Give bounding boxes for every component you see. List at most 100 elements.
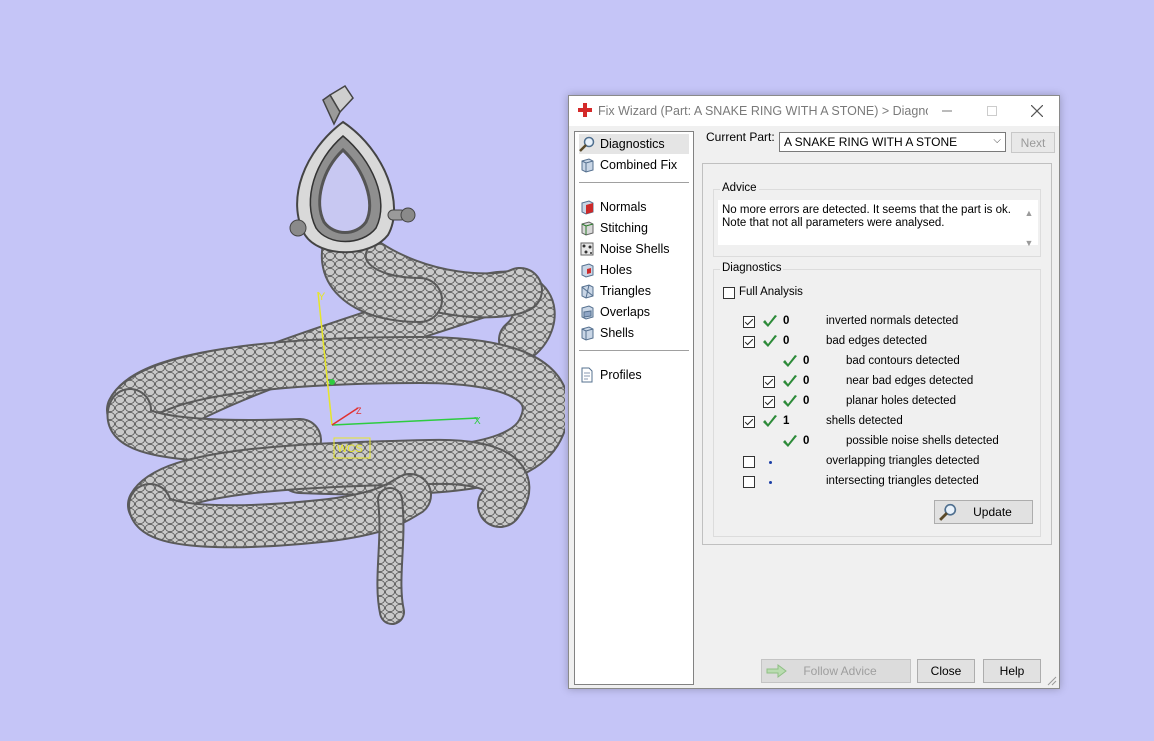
sidebar-item-diagnostics[interactable]: Diagnostics (579, 134, 689, 154)
diagnostic-count: 0 (783, 335, 790, 347)
green-check-icon (783, 435, 797, 447)
sidebar-item-label: Noise Shells (600, 242, 670, 256)
help-button[interactable]: Help (983, 659, 1041, 683)
current-part-dropdown[interactable]: A SNAKE RING WITH A STONE ⌵ (779, 132, 1006, 152)
diagnostic-checkbox[interactable] (743, 456, 755, 468)
green-check-icon (763, 315, 777, 327)
diagnostic-label: bad edges detected (826, 335, 928, 347)
diagnostic-count: 0 (803, 355, 810, 367)
advice-scrollbar[interactable]: ▲ ▼ (1023, 206, 1035, 254)
diagnostic-label: inverted normals detected (826, 315, 959, 327)
diagnostic-label: intersecting triangles detected (826, 475, 979, 487)
diagnostic-label: shells detected (826, 415, 903, 427)
sidebar-item-label: Stitching (600, 221, 648, 235)
close-icon (1030, 105, 1043, 117)
follow-advice-label: Follow Advice (803, 664, 877, 678)
green-check-icon (783, 395, 797, 407)
current-part-value: A SNAKE RING WITH A STONE (784, 135, 958, 149)
red-cross-icon (578, 103, 592, 117)
sidebar-item-label: Holes (600, 263, 632, 277)
sidebar-item-holes[interactable]: Holes (579, 260, 689, 280)
diagnostic-count: 0 (803, 375, 810, 387)
holes-icon (581, 263, 594, 278)
sidebar-item-profiles[interactable]: Profiles (579, 365, 689, 385)
follow-advice-button[interactable]: Follow Advice (761, 659, 911, 683)
arrow-right-icon (766, 664, 787, 678)
sidebar-item-shells[interactable]: Shells (579, 323, 689, 343)
document-icon (581, 367, 593, 383)
triangles-icon (581, 284, 594, 299)
next-button[interactable]: Next (1011, 132, 1055, 153)
sidebar-item-overlaps[interactable]: Overlaps (579, 302, 689, 322)
maximize-button[interactable] (969, 96, 1014, 126)
green-check-icon (763, 415, 777, 427)
sidebar-item-noise-shells[interactable]: Noise Shells (579, 239, 689, 259)
diagnostic-label: near bad edges detected (846, 375, 974, 387)
update-label: Update (973, 505, 1012, 519)
sidebar-item-label: Combined Fix (600, 158, 678, 172)
diagnostic-count: 0 (783, 315, 790, 327)
cube-icon (581, 158, 594, 173)
axis-x-label: X (474, 416, 481, 427)
overlaps-icon (581, 305, 594, 320)
close-button[interactable]: Close (917, 659, 975, 683)
noise-shells-icon (580, 242, 594, 256)
diagnostic-checkbox[interactable] (763, 376, 775, 388)
sidebar-divider (579, 182, 689, 183)
wcs-label: WCS (337, 443, 363, 455)
sidebar-item-label: Triangles (600, 284, 651, 298)
diagnostic-checkbox[interactable] (743, 316, 755, 328)
diagnostics-group: Diagnostics Full Analysis 0 inverted norm… (713, 262, 1041, 537)
magnifier-icon (579, 136, 595, 152)
diagnostic-checkbox[interactable] (743, 336, 755, 348)
sidebar-item-label: Normals (600, 200, 647, 214)
minimize-button[interactable] (924, 96, 969, 126)
diagnostic-count: 1 (783, 415, 790, 427)
diagnostic-checkbox[interactable] (743, 416, 755, 428)
advice-textbox[interactable]: No more errors are detected. It seems th… (718, 200, 1038, 248)
diagnostic-count: 0 (803, 395, 810, 407)
snake-ring-model: Y X Z WCS (106, 84, 570, 625)
title-bar[interactable]: Fix Wizard (Part: A SNAKE RING WITH A ST… (569, 96, 1059, 126)
axis-y-label: Y (318, 291, 326, 303)
maximize-icon (986, 106, 997, 116)
window-title: Fix Wizard (Part: A SNAKE RING WITH A ST… (598, 104, 928, 118)
fix-wizard-dialog: Fix Wizard (Part: A SNAKE RING WITH A ST… (568, 95, 1060, 689)
diagnostic-label: possible noise shells detected (846, 435, 999, 447)
full-analysis-label: Full Analysis (739, 286, 803, 298)
sidebar-item-label: Profiles (600, 368, 642, 382)
sidebar-divider (579, 350, 689, 351)
sidebar-item-label: Overlaps (600, 305, 651, 319)
stitching-icon (581, 221, 594, 236)
sidebar-item-label: Shells (600, 326, 635, 340)
sidebar-item-normals[interactable]: Normals (579, 197, 689, 217)
3d-viewport[interactable]: Y X Z WCS (0, 0, 570, 738)
advice-group: Advice No more errors are detected. It s… (713, 182, 1041, 257)
diagnostic-label: bad contours detected (846, 355, 960, 367)
sidebar-item-triangles[interactable]: Triangles (579, 281, 689, 301)
diagnostic-label: planar holes detected (846, 395, 956, 407)
magnifier-icon (939, 503, 957, 521)
green-check-icon (783, 355, 797, 367)
minimize-icon (941, 110, 952, 112)
diagnostic-checkbox[interactable] (763, 396, 775, 408)
diagnostic-checkbox[interactable] (743, 476, 755, 488)
diagnostic-count: 0 (803, 435, 810, 447)
advice-title: Advice (720, 182, 759, 194)
sidebar-item-combined-fix[interactable]: Combined Fix (579, 155, 689, 175)
current-part-label: Current Part: (706, 130, 775, 144)
diagnostics-title: Diagnostics (720, 262, 784, 274)
sidebar-item-label: Diagnostics (600, 137, 665, 151)
pending-dot-icon (769, 481, 772, 484)
sidebar-item-stitching[interactable]: Stitching (579, 218, 689, 238)
full-analysis-checkbox[interactable] (723, 287, 735, 299)
update-button[interactable]: Update (934, 500, 1033, 524)
diagnostics-panel: Advice No more errors are detected. It s… (702, 163, 1052, 545)
advice-text-line: No more errors are detected. It seems th… (722, 204, 1011, 216)
green-check-icon (763, 335, 777, 347)
resize-grip-icon[interactable] (1047, 676, 1057, 686)
close-window-button[interactable] (1014, 96, 1059, 126)
axis-z-label: Z (356, 406, 362, 416)
advice-text-line: Note that not all parameters were analys… (722, 217, 945, 229)
pending-dot-icon (769, 461, 772, 464)
